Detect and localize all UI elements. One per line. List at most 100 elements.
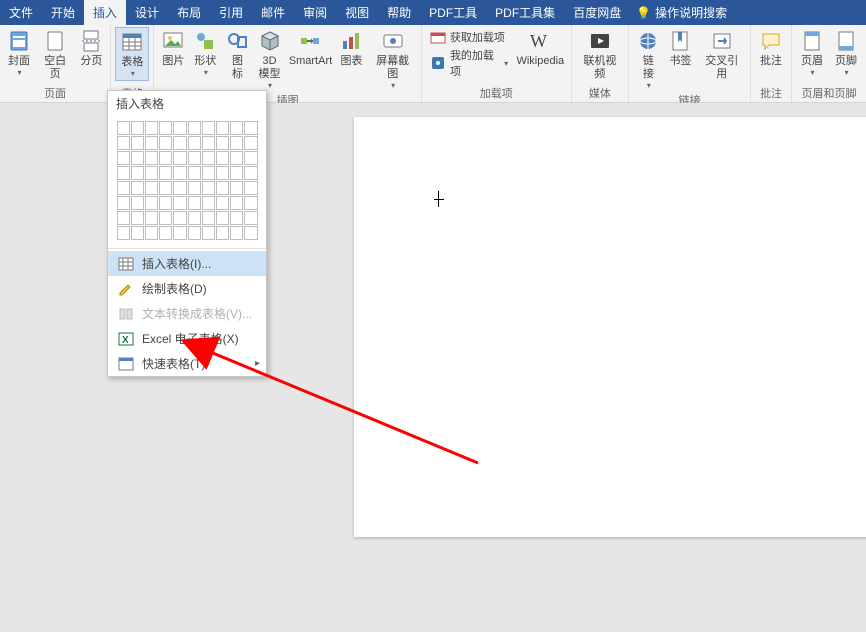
tab-pdftool[interactable]: PDF工具: [420, 0, 486, 25]
bookmark-button[interactable]: 书签: [665, 27, 695, 70]
wikipedia-button[interactable]: W Wikipedia: [514, 27, 566, 70]
grid-cell[interactable]: [117, 226, 130, 240]
grid-cell[interactable]: [159, 196, 172, 210]
excel-spreadsheet-menuitem[interactable]: X Excel 电子表格(X): [108, 326, 266, 351]
insert-table-menuitem[interactable]: 插入表格(I)...: [108, 251, 266, 276]
document-page[interactable]: [354, 117, 866, 537]
grid-cell[interactable]: [145, 181, 158, 195]
grid-cell[interactable]: [244, 181, 257, 195]
page-break-button[interactable]: 分页: [76, 27, 106, 70]
table-button[interactable]: 表格 ▾: [115, 27, 149, 81]
grid-cell[interactable]: [244, 136, 257, 150]
grid-cell[interactable]: [159, 181, 172, 195]
grid-cell[interactable]: [216, 121, 229, 135]
grid-cell[interactable]: [131, 166, 144, 180]
chart-button[interactable]: 图表: [336, 27, 366, 70]
grid-cell[interactable]: [131, 226, 144, 240]
grid-cell[interactable]: [117, 136, 130, 150]
grid-cell[interactable]: [188, 211, 201, 225]
my-addins-button[interactable]: 我的加载项 ▾: [430, 47, 508, 79]
grid-cell[interactable]: [230, 226, 243, 240]
grid-cell[interactable]: [117, 196, 130, 210]
grid-cell[interactable]: [216, 166, 229, 180]
grid-cell[interactable]: [230, 196, 243, 210]
picture-button[interactable]: 图片: [158, 27, 188, 70]
grid-cell[interactable]: [173, 151, 186, 165]
comment-button[interactable]: 批注: [755, 27, 787, 70]
grid-cell[interactable]: [216, 151, 229, 165]
grid-cell[interactable]: [202, 211, 215, 225]
screenshot-button[interactable]: 屏幕截图 ▾: [368, 27, 416, 92]
grid-cell[interactable]: [202, 121, 215, 135]
grid-cell[interactable]: [230, 136, 243, 150]
grid-cell[interactable]: [230, 181, 243, 195]
grid-cell[interactable]: [188, 121, 201, 135]
tab-help[interactable]: 帮助: [378, 0, 420, 25]
grid-cell[interactable]: [145, 151, 158, 165]
grid-cell[interactable]: [202, 181, 215, 195]
header-button[interactable]: 页眉 ▾: [796, 27, 828, 79]
grid-cell[interactable]: [131, 136, 144, 150]
get-addins-button[interactable]: 获取加载项: [430, 29, 505, 45]
link-button[interactable]: 链 接 ▾: [633, 27, 663, 92]
grid-cell[interactable]: [188, 166, 201, 180]
grid-cell[interactable]: [188, 151, 201, 165]
draw-table-menuitem[interactable]: 绘制表格(D): [108, 276, 266, 301]
grid-cell[interactable]: [216, 181, 229, 195]
tab-mailings[interactable]: 邮件: [252, 0, 294, 25]
grid-cell[interactable]: [230, 166, 243, 180]
tab-design[interactable]: 设计: [126, 0, 168, 25]
icons-button[interactable]: 图 标: [222, 27, 252, 83]
tab-home[interactable]: 开始: [42, 0, 84, 25]
tab-file[interactable]: 文件: [0, 0, 42, 25]
crossref-button[interactable]: 交叉引用: [698, 27, 747, 83]
grid-cell[interactable]: [202, 226, 215, 240]
grid-cell[interactable]: [131, 211, 144, 225]
grid-cell[interactable]: [173, 136, 186, 150]
footer-button[interactable]: 页脚 ▾: [830, 27, 862, 79]
grid-cell[interactable]: [159, 211, 172, 225]
grid-cell[interactable]: [202, 196, 215, 210]
grid-cell[interactable]: [131, 181, 144, 195]
tab-layout[interactable]: 布局: [168, 0, 210, 25]
tab-insert[interactable]: 插入: [84, 0, 126, 25]
grid-cell[interactable]: [188, 181, 201, 195]
grid-cell[interactable]: [117, 151, 130, 165]
grid-cell[interactable]: [188, 196, 201, 210]
grid-cell[interactable]: [173, 211, 186, 225]
tab-references[interactable]: 引用: [210, 0, 252, 25]
cover-page-button[interactable]: 封面 ▾: [4, 27, 34, 79]
grid-cell[interactable]: [230, 121, 243, 135]
grid-cell[interactable]: [216, 136, 229, 150]
grid-cell[interactable]: [131, 196, 144, 210]
grid-cell[interactable]: [244, 121, 257, 135]
grid-cell[interactable]: [145, 121, 158, 135]
grid-cell[interactable]: [117, 181, 130, 195]
grid-cell[interactable]: [145, 196, 158, 210]
grid-cell[interactable]: [173, 196, 186, 210]
grid-cell[interactable]: [159, 121, 172, 135]
grid-cell[interactable]: [131, 121, 144, 135]
blank-page-button[interactable]: 空白页: [36, 27, 74, 83]
grid-cell[interactable]: [216, 196, 229, 210]
table-size-grid[interactable]: [108, 116, 266, 246]
3dmodel-button[interactable]: 3D 模型 ▾: [254, 27, 284, 92]
shapes-button[interactable]: 形状 ▾: [190, 27, 220, 79]
grid-cell[interactable]: [188, 136, 201, 150]
grid-cell[interactable]: [202, 136, 215, 150]
grid-cell[interactable]: [244, 151, 257, 165]
grid-cell[interactable]: [159, 136, 172, 150]
tab-review[interactable]: 审阅: [294, 0, 336, 25]
tab-baidu[interactable]: 百度网盘: [564, 0, 630, 25]
grid-cell[interactable]: [173, 121, 186, 135]
grid-cell[interactable]: [145, 226, 158, 240]
grid-cell[interactable]: [117, 121, 130, 135]
grid-cell[interactable]: [216, 211, 229, 225]
grid-cell[interactable]: [244, 196, 257, 210]
grid-cell[interactable]: [244, 226, 257, 240]
grid-cell[interactable]: [117, 211, 130, 225]
grid-cell[interactable]: [159, 166, 172, 180]
tell-me-search[interactable]: 💡 操作说明搜索: [636, 0, 727, 25]
grid-cell[interactable]: [173, 181, 186, 195]
grid-cell[interactable]: [145, 136, 158, 150]
